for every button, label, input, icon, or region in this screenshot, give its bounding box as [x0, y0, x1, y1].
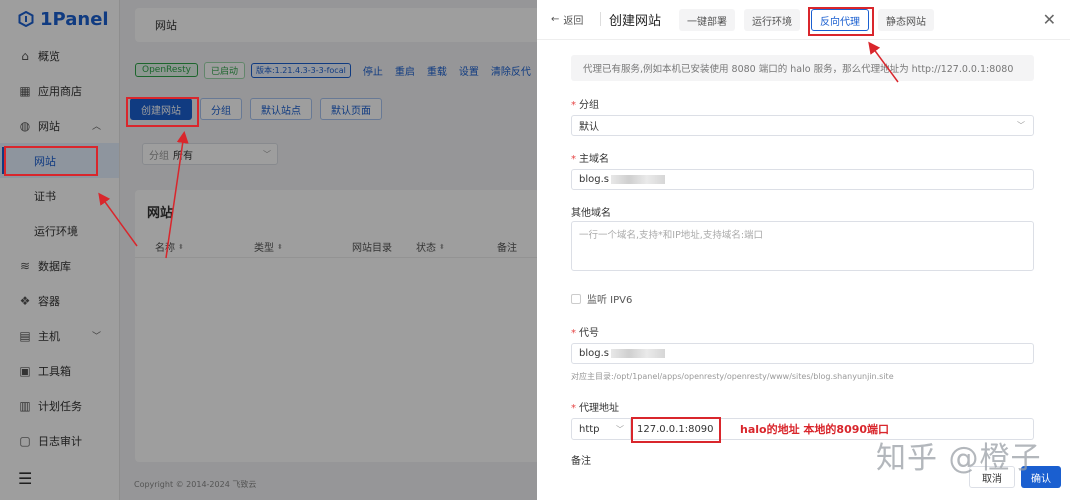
label-text: 分组	[579, 100, 599, 111]
other-domains-textarea[interactable]: 一行一个域名,支持*和IP地址,支持域名:端口	[571, 221, 1034, 271]
scheme-value: http	[579, 423, 600, 435]
required-mark: *	[571, 403, 576, 414]
header-divider	[600, 12, 601, 26]
label-text: 代号	[579, 328, 599, 339]
modal-backdrop[interactable]	[0, 0, 537, 500]
proxy-scheme-select[interactable]: http ﹀	[571, 418, 631, 440]
tab-static-site[interactable]: 静态网站	[878, 9, 934, 31]
redacted-text	[610, 175, 665, 184]
chevron-down-icon: ﹀	[1017, 121, 1025, 130]
alias-label: * 代号	[571, 324, 599, 339]
checkbox-label: 监听 IPV6	[587, 295, 633, 306]
redacted-text	[610, 349, 665, 358]
chevron-down-icon: ﹀	[616, 424, 624, 434]
close-icon[interactable]: ✕	[1043, 10, 1056, 29]
annotation-note: halo的地址 本地的8090端口	[740, 423, 890, 436]
drawer-header: ← 返回 创建网站 一键部署 运行环境 反向代理 静态网站 ✕	[537, 0, 1070, 40]
label-text: 主域名	[579, 154, 609, 165]
primary-domain-input[interactable]: blog.s	[571, 169, 1034, 190]
checkbox-box[interactable]	[571, 293, 581, 304]
alias-input[interactable]: blog.s	[571, 343, 1034, 364]
drawer-title: 创建网站	[609, 14, 662, 29]
back-label: 返回	[563, 16, 584, 27]
tab-reverse-proxy[interactable]: 反向代理	[811, 9, 869, 31]
required-mark: *	[571, 154, 576, 165]
site-dir-hint: 对应主目录:/opt/1panel/apps/openresty/openres…	[571, 372, 894, 381]
group-value: 默认	[579, 122, 599, 133]
tab-one-click-deploy[interactable]: 一键部署	[679, 9, 735, 31]
tab-runtime[interactable]: 运行环境	[744, 9, 800, 31]
group-select[interactable]: 默认 ﹀	[571, 115, 1034, 136]
domain-value: blog.s	[579, 174, 609, 185]
remark-label: 备注	[571, 456, 591, 467]
group-field-label: * 分组	[571, 96, 599, 111]
watermark: 知乎 @橙子	[876, 441, 1042, 476]
other-domains-label: 其他域名	[571, 208, 611, 219]
required-mark: *	[571, 328, 576, 339]
proxy-address-label: * 代理地址	[571, 399, 619, 414]
info-notice: 代理已有服务,例如本机已安装使用 8080 端口的 halo 服务，那么代理地址…	[571, 55, 1034, 81]
arrow-left-icon: ←	[551, 14, 560, 25]
required-mark: *	[571, 100, 576, 111]
ipv6-checkbox[interactable]: 监听 IPV6	[571, 291, 632, 306]
label-text: 代理地址	[579, 403, 619, 414]
alias-value: blog.s	[579, 348, 609, 359]
primary-domain-label: * 主域名	[571, 150, 609, 165]
proxy-address-value: 127.0.0.1:8090	[637, 423, 714, 435]
back-button[interactable]: ← 返回	[551, 12, 583, 27]
